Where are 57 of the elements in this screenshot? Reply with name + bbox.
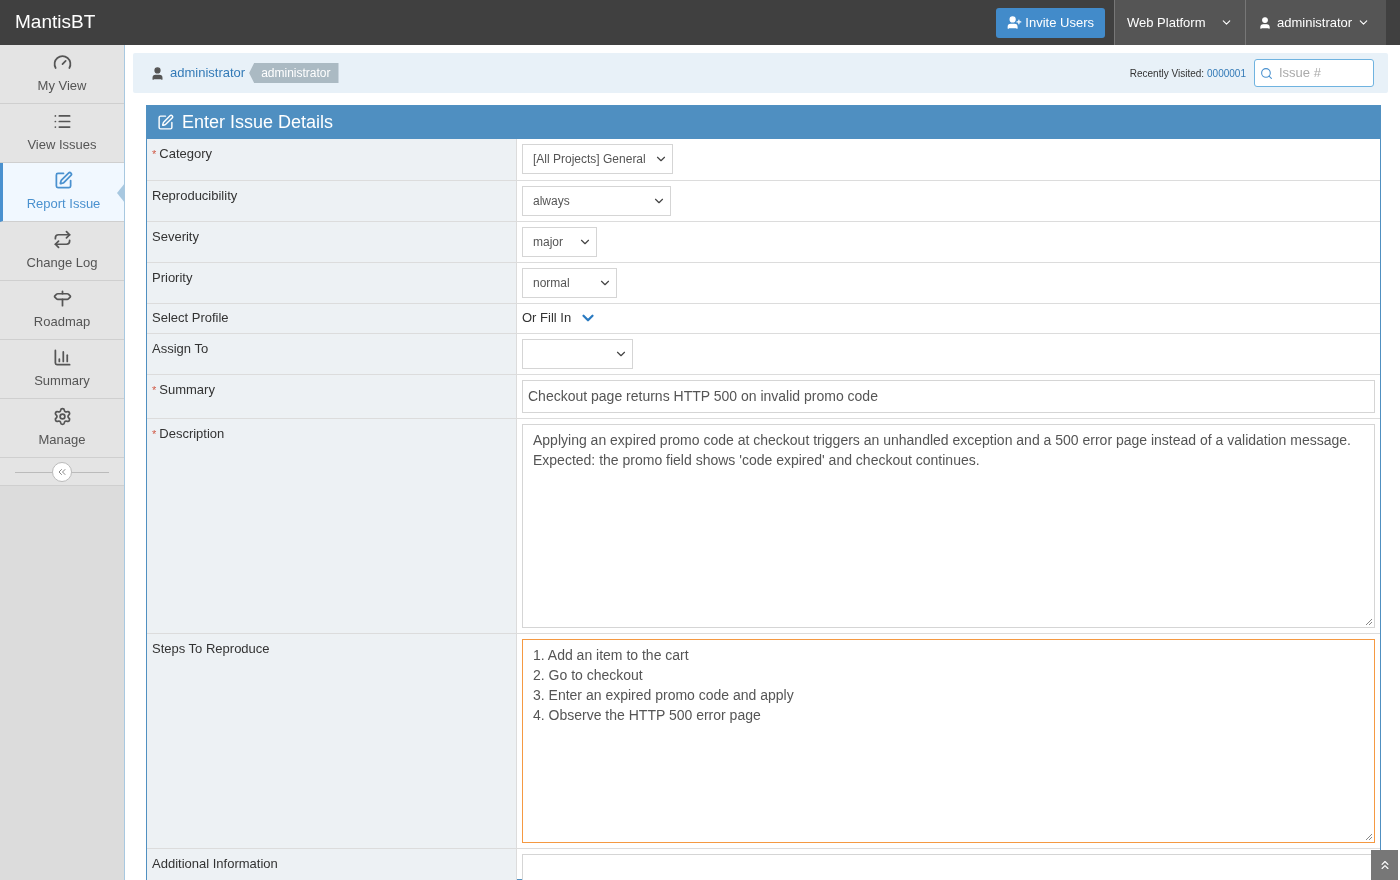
text-area[interactable]: 1. Add an item to the cart 2. Go to checkout 3. Enter an expired promo code and apply 4. Observe the HTTP 500 error page xyxy=(522,639,1375,843)
user-menu[interactable]: administrator xyxy=(1245,0,1386,45)
user-plus-icon xyxy=(1007,15,1023,30)
project-menu[interactable]: Web Platform xyxy=(1114,0,1245,45)
resize-handle-icon xyxy=(1365,833,1373,841)
sidebar-item[interactable]: Summary xyxy=(0,340,124,399)
text-area-value: 1. Add an item to the cart 2. Go to checkout 3. Enter an expired promo code and apply 4. Observe the HTTP 500 error page xyxy=(533,647,794,723)
field-label: Select Profile xyxy=(152,310,229,326)
select-field[interactable]: [All Projects] General xyxy=(522,144,673,174)
required-mark: * xyxy=(152,427,157,442)
sidebar-item[interactable]: My View xyxy=(0,45,124,104)
bar-chart-icon xyxy=(52,347,72,367)
field-label: Category xyxy=(159,146,213,162)
role-badge: administrator xyxy=(249,63,339,83)
select-field[interactable]: normal xyxy=(522,268,617,298)
field-label: Additional Information xyxy=(152,856,278,872)
scroll-to-top-button[interactable] xyxy=(1371,850,1398,880)
sidebar-item[interactable]: Roadmap xyxy=(0,281,124,340)
required-mark: * xyxy=(152,147,157,162)
signpost-icon xyxy=(52,288,72,308)
field-label: Priority xyxy=(152,270,193,286)
field-label: Steps To Reproduce xyxy=(152,641,270,657)
user-link[interactable]: administrator xyxy=(170,63,246,83)
required-mark: * xyxy=(152,383,157,398)
user-icon xyxy=(1258,15,1272,30)
gauge-icon xyxy=(52,52,72,72)
sidebar-item[interactable]: Change Log xyxy=(0,222,124,281)
collapse-sidebar-button[interactable] xyxy=(52,461,72,482)
active-pointer xyxy=(117,183,125,203)
select-field[interactable]: major xyxy=(522,227,597,257)
recent-issue-link[interactable]: 0000001 xyxy=(1207,65,1246,81)
sidebar-item[interactable]: View Issues xyxy=(0,104,124,163)
field-label: Description xyxy=(159,426,225,442)
recently-visited-label: Recently Visited: xyxy=(1129,66,1205,81)
invite-users-button[interactable]: Invite Users xyxy=(996,7,1105,38)
resize-handle-icon xyxy=(1365,618,1373,626)
edit-icon xyxy=(54,170,73,190)
user-icon xyxy=(150,65,165,81)
fill-in-toggle[interactable]: Or Fill In xyxy=(522,308,598,328)
search-placeholder: Issue # xyxy=(1279,64,1321,83)
gear-icon xyxy=(52,406,72,426)
panel-title: Enter Issue Details xyxy=(182,111,334,134)
field-label: Summary xyxy=(159,382,215,398)
brand-title: MantisBT xyxy=(14,10,96,35)
text-area-value: Applying an expired promo code at checkout triggers an unhandled exception and a 500 error page instead of a validation message. Expected: the promo field shows 'code expired' and checkout continues. xyxy=(533,432,1352,468)
summary-field[interactable]: Checkout page returns HTTP 500 on invalid promo code xyxy=(522,380,1375,413)
edit-icon xyxy=(157,114,174,131)
search-icon xyxy=(1260,66,1273,80)
sidebar-item[interactable]: Manage xyxy=(0,399,124,458)
select-field[interactable] xyxy=(522,339,633,369)
sidebar-item[interactable]: Report Issue xyxy=(0,163,124,222)
field-label: Severity xyxy=(152,229,199,245)
field-label: Assign To xyxy=(152,341,209,357)
select-field[interactable]: always xyxy=(522,186,671,216)
field-label: Reproducibility xyxy=(152,188,238,204)
text-area[interactable]: Applying an expired promo code at checkout triggers an unhandled exception and a 500 error page instead of a validation message. Expected: the promo field shows 'code expired' and checkout continues. xyxy=(522,424,1375,628)
repeat-icon xyxy=(52,229,72,249)
